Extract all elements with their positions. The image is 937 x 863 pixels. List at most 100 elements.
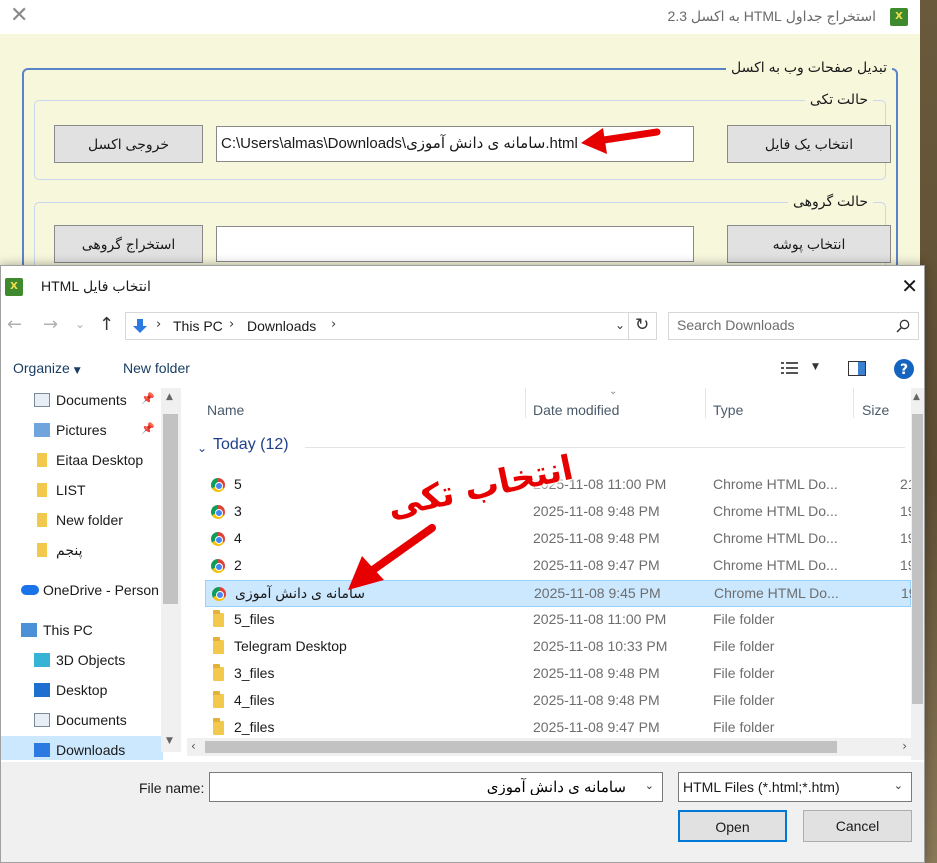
file-name: 3	[234, 503, 242, 519]
column-date-header[interactable]: Date modified	[533, 402, 619, 418]
folder-icon	[37, 483, 47, 497]
sidebar-item-documents[interactable]: Documents 📌	[1, 388, 163, 416]
group-chevron-icon[interactable]: ⌄	[197, 441, 207, 455]
breadcrumb-chevron-icon: ›	[229, 317, 235, 332]
scroll-left-icon[interactable]: ‹	[191, 739, 196, 753]
file-type: File folder	[713, 611, 775, 627]
view-options-icon[interactable]	[781, 361, 799, 375]
scroll-up-icon[interactable]: ▲	[913, 392, 920, 402]
sidebar-item-this-pc[interactable]: This PC	[1, 616, 163, 646]
hscroll-thumb[interactable]	[205, 741, 837, 753]
file-list-scroll-thumb[interactable]	[912, 414, 923, 704]
file-date: 2025-11-08 9:47 PM	[533, 557, 660, 573]
scroll-up-icon[interactable]: ▲	[166, 392, 173, 402]
dialog-close-icon[interactable]: ✕	[901, 274, 918, 298]
batch-path-field[interactable]	[216, 226, 694, 262]
column-type-header[interactable]: Type	[713, 402, 743, 418]
back-arrow-icon[interactable]: ←	[7, 314, 22, 335]
convert-group: تبدیل صفحات وب به اکسل حالت تکی انتخاب ی…	[22, 59, 898, 302]
file-name: Telegram Desktop	[234, 638, 347, 654]
file-date: 2025-11-08 9:48 PM	[533, 665, 660, 681]
sidebar-item-3d-objects[interactable]: 3D Objects	[1, 646, 163, 676]
chrome-html-icon	[211, 478, 225, 492]
cloud-icon	[21, 585, 39, 595]
organize-label: Organize	[13, 360, 70, 376]
sidebar-item-desktop[interactable]: Desktop	[1, 676, 163, 706]
recent-dropdown-icon[interactable]: ⌄	[75, 317, 85, 331]
address-bar[interactable]: › This PC › Downloads › ⌄ ↻	[125, 312, 657, 340]
search-input[interactable]	[677, 317, 887, 333]
file-type: File folder	[713, 638, 775, 654]
svg-text:?: ?	[900, 362, 908, 378]
group-header[interactable]: Today (12)	[213, 436, 289, 454]
sidebar-item-downloads[interactable]: Downloads	[1, 736, 163, 760]
sidebar-item-label: This PC	[43, 622, 93, 638]
folder-icon	[213, 610, 224, 627]
sidebar-item-[interactable]: پنجم	[1, 536, 163, 566]
file-list-hscrollbar[interactable]: ‹ ›	[187, 738, 911, 756]
sidebar-item-list[interactable]: LIST	[1, 476, 163, 506]
column-name-header[interactable]: Name	[207, 402, 244, 418]
file-list: Name ⌄ Date modified Type Size ⌄ Today (…	[187, 388, 924, 760]
file-row[interactable]: 2 2025-11-08 9:47 PM Chrome HTML Do... 19	[205, 553, 916, 580]
export-excel-button[interactable]: خروجی اکسل	[54, 125, 203, 163]
sidebar-item-documents[interactable]: Documents	[1, 706, 163, 736]
breadcrumb-downloads[interactable]: Downloads	[247, 318, 316, 334]
open-button[interactable]: Open	[678, 810, 787, 842]
annotation-arrow-file	[348, 524, 436, 590]
scroll-right-icon[interactable]: ›	[902, 739, 907, 753]
folder-icon	[37, 543, 47, 557]
file-row[interactable]: 3 2025-11-08 9:48 PM Chrome HTML Do... 19	[205, 499, 916, 526]
file-list-scrollbar[interactable]: ▲	[911, 388, 924, 760]
file-row[interactable]: 4 2025-11-08 9:48 PM Chrome HTML Do... 19	[205, 526, 916, 553]
sidebar-item-label: Downloads	[56, 742, 126, 758]
file-type-select[interactable]: HTML Files (*.html;*.htm) ⌄	[678, 772, 912, 802]
close-icon[interactable]: ✕	[10, 3, 28, 28]
address-dropdown-icon[interactable]: ⌄	[615, 318, 625, 332]
navigation-scroll-thumb[interactable]	[163, 414, 178, 604]
select-folder-button[interactable]: انتخاب پوشه	[727, 225, 891, 263]
new-folder-button[interactable]: New folder	[123, 360, 190, 376]
sidebar-item-pictures[interactable]: Pictures 📌	[1, 416, 163, 446]
file-row[interactable]: سامانه ی دانش آموزی 2025-11-08 9:45 PM Chr…	[205, 580, 917, 607]
navigation-scrollbar[interactable]: ▲ ▼	[161, 388, 181, 752]
column-divider[interactable]	[853, 388, 854, 418]
file-type: Chrome HTML Do...	[713, 503, 838, 519]
sidebar-item-eitaa-desktop[interactable]: Eitaa Desktop	[1, 446, 163, 476]
sidebar-item-new-folder[interactable]: New folder	[1, 506, 163, 536]
select-file-button[interactable]: انتخاب یک فایل	[727, 125, 891, 163]
pin-icon: 📌	[141, 422, 155, 435]
sidebar-item-onedrive-person[interactable]: OneDrive - Person	[1, 576, 163, 606]
dialog-toolbar: Organize ▼ New folder ▼ ?	[1, 350, 924, 388]
chevron-down-icon[interactable]: ⌄	[645, 779, 654, 792]
folder-icon	[213, 664, 224, 681]
folder-icon	[37, 513, 47, 527]
organize-button[interactable]: Organize ▼	[13, 360, 81, 376]
file-name-input[interactable]	[216, 778, 626, 795]
file-row[interactable]: 3_files 2025-11-08 9:48 PM File folder	[205, 661, 911, 688]
column-size-header[interactable]: Size	[862, 402, 889, 418]
folder-icon	[213, 718, 224, 735]
sidebar-item-label: Documents	[56, 392, 127, 408]
file-row[interactable]: 5_files 2025-11-08 11:00 PM File folder	[205, 607, 911, 634]
scroll-down-icon[interactable]: ▼	[166, 736, 173, 746]
file-name-combo[interactable]: ⌄	[209, 772, 663, 802]
preview-pane-icon[interactable]	[848, 361, 866, 376]
refresh-icon[interactable]: ↻	[635, 315, 649, 335]
breadcrumb-this-pc[interactable]: This PC	[173, 318, 223, 334]
file-type: File folder	[713, 719, 775, 735]
file-type: File folder	[713, 692, 775, 708]
forward-arrow-icon[interactable]: →	[43, 314, 58, 335]
dialog-title: انتخاب فایل HTML	[41, 278, 151, 294]
view-dropdown-icon[interactable]: ▼	[812, 362, 819, 372]
search-box[interactable]	[668, 312, 919, 340]
column-divider[interactable]	[705, 388, 706, 418]
column-divider[interactable]	[525, 388, 526, 418]
file-row[interactable]: 4_files 2025-11-08 9:48 PM File folder	[205, 688, 911, 715]
batch-extract-button[interactable]: استخراج گروهی	[54, 225, 203, 263]
file-row[interactable]: Telegram Desktop 2025-11-08 10:33 PM File …	[205, 634, 911, 661]
up-arrow-icon[interactable]: ↑	[99, 314, 114, 335]
cancel-button[interactable]: Cancel	[803, 810, 912, 842]
help-icon[interactable]: ?	[893, 358, 915, 380]
sidebar-item-label: Pictures	[56, 422, 107, 438]
